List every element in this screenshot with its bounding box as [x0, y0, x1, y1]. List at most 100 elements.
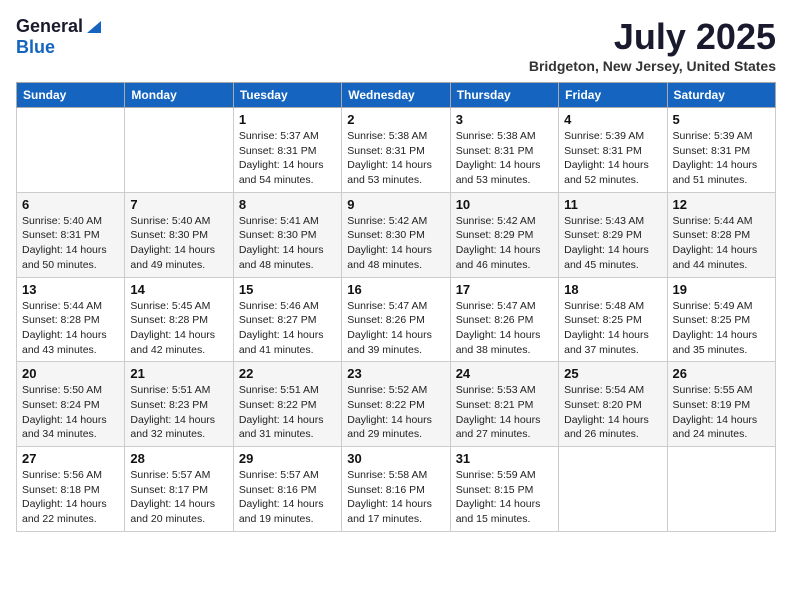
calendar-cell: 3 Sunrise: 5:38 AMSunset: 8:31 PMDaylight… [450, 108, 558, 193]
calendar-cell: 8Sunrise: 5:41 AMSunset: 8:30 PMDaylight… [233, 192, 341, 277]
weekday-header-wednesday: Wednesday [342, 83, 450, 108]
calendar-cell: 15 Sunrise: 5:46 AMSunset: 8:27 PMDayligh… [233, 277, 341, 362]
calendar-cell: 20 Sunrise: 5:50 AMSunset: 8:24 PMDayligh… [17, 362, 125, 447]
calendar-cell: 14Sunrise: 5:45 AMSunset: 8:28 PMDayligh… [125, 277, 233, 362]
cell-day-number: 12 [673, 197, 770, 212]
cell-sun-info: Sunrise: 5:47 AMSunset: 8:26 PMDaylight:… [456, 299, 553, 358]
cell-sun-info: Sunrise: 5:46 AMSunset: 8:27 PMDaylight:… [239, 299, 336, 358]
weekday-header-thursday: Thursday [450, 83, 558, 108]
cell-sun-info: Sunrise: 5:49 AMSunset: 8:25 PMDaylight:… [673, 299, 770, 358]
cell-sun-info: Sunrise: 5:50 AMSunset: 8:24 PMDaylight:… [22, 383, 119, 442]
cell-sun-info: Sunrise: 5:52 AMSunset: 8:22 PMDaylight:… [347, 383, 444, 442]
cell-day-number: 4 [564, 112, 661, 127]
calendar-cell: 26Sunrise: 5:55 AMSunset: 8:19 PMDayligh… [667, 362, 775, 447]
cell-day-number: 1 [239, 112, 336, 127]
calendar-cell: 9 Sunrise: 5:42 AMSunset: 8:30 PMDaylight… [342, 192, 450, 277]
calendar-cell: 18Sunrise: 5:48 AMSunset: 8:25 PMDayligh… [559, 277, 667, 362]
calendar-cell: 19 Sunrise: 5:49 AMSunset: 8:25 PMDayligh… [667, 277, 775, 362]
cell-day-number: 30 [347, 451, 444, 466]
cell-day-number: 20 [22, 366, 119, 381]
cell-sun-info: Sunrise: 5:39 AMSunset: 8:31 PMDaylight:… [673, 129, 770, 188]
calendar-cell: 24 Sunrise: 5:53 AMSunset: 8:21 PMDayligh… [450, 362, 558, 447]
calendar-cell: 29Sunrise: 5:57 AMSunset: 8:16 PMDayligh… [233, 447, 341, 532]
weekday-header-sunday: Sunday [17, 83, 125, 108]
cell-day-number: 18 [564, 282, 661, 297]
calendar-week-row: 13 Sunrise: 5:44 AMSunset: 8:28 PMDayligh… [17, 277, 776, 362]
cell-day-number: 15 [239, 282, 336, 297]
cell-day-number: 17 [456, 282, 553, 297]
cell-sun-info: Sunrise: 5:40 AMSunset: 8:30 PMDaylight:… [130, 214, 227, 273]
cell-day-number: 21 [130, 366, 227, 381]
calendar-cell: 30 Sunrise: 5:58 AMSunset: 8:16 PMDayligh… [342, 447, 450, 532]
calendar-week-row: 27 Sunrise: 5:56 AMSunset: 8:18 PMDayligh… [17, 447, 776, 532]
weekday-header-friday: Friday [559, 83, 667, 108]
calendar-cell: 1 Sunrise: 5:37 AMSunset: 8:31 PMDaylight… [233, 108, 341, 193]
cell-sun-info: Sunrise: 5:47 AMSunset: 8:26 PMDaylight:… [347, 299, 444, 358]
calendar-cell: 22 Sunrise: 5:51 AMSunset: 8:22 PMDayligh… [233, 362, 341, 447]
calendar-cell [125, 108, 233, 193]
title-block: July 2025 Bridgeton, New Jersey, United … [529, 16, 776, 74]
cell-day-number: 2 [347, 112, 444, 127]
calendar-cell: 2 Sunrise: 5:38 AMSunset: 8:31 PMDaylight… [342, 108, 450, 193]
calendar-cell: 11Sunrise: 5:43 AMSunset: 8:29 PMDayligh… [559, 192, 667, 277]
cell-day-number: 14 [130, 282, 227, 297]
calendar-cell: 13 Sunrise: 5:44 AMSunset: 8:28 PMDayligh… [17, 277, 125, 362]
cell-day-number: 19 [673, 282, 770, 297]
calendar-week-row: 6 Sunrise: 5:40 AMSunset: 8:31 PMDaylight… [17, 192, 776, 277]
cell-day-number: 31 [456, 451, 553, 466]
cell-sun-info: Sunrise: 5:38 AMSunset: 8:31 PMDaylight:… [347, 129, 444, 188]
cell-day-number: 22 [239, 366, 336, 381]
cell-sun-info: Sunrise: 5:38 AMSunset: 8:31 PMDaylight:… [456, 129, 553, 188]
cell-sun-info: Sunrise: 5:51 AMSunset: 8:22 PMDaylight:… [239, 383, 336, 442]
cell-sun-info: Sunrise: 5:42 AMSunset: 8:30 PMDaylight:… [347, 214, 444, 273]
cell-sun-info: Sunrise: 5:37 AMSunset: 8:31 PMDaylight:… [239, 129, 336, 188]
cell-sun-info: Sunrise: 5:39 AMSunset: 8:31 PMDaylight:… [564, 129, 661, 188]
weekday-header-tuesday: Tuesday [233, 83, 341, 108]
weekday-header-monday: Monday [125, 83, 233, 108]
cell-sun-info: Sunrise: 5:56 AMSunset: 8:18 PMDaylight:… [22, 468, 119, 527]
cell-day-number: 3 [456, 112, 553, 127]
cell-day-number: 23 [347, 366, 444, 381]
cell-sun-info: Sunrise: 5:59 AMSunset: 8:15 PMDaylight:… [456, 468, 553, 527]
logo-general-text: General [16, 16, 83, 37]
page-header: General Blue July 2025 Bridgeton, New Je… [16, 16, 776, 74]
cell-sun-info: Sunrise: 5:53 AMSunset: 8:21 PMDaylight:… [456, 383, 553, 442]
calendar-table: SundayMondayTuesdayWednesdayThursdayFrid… [16, 82, 776, 532]
calendar-cell: 27 Sunrise: 5:56 AMSunset: 8:18 PMDayligh… [17, 447, 125, 532]
cell-day-number: 6 [22, 197, 119, 212]
cell-sun-info: Sunrise: 5:44 AMSunset: 8:28 PMDaylight:… [22, 299, 119, 358]
calendar-title: July 2025 [529, 16, 776, 58]
cell-day-number: 24 [456, 366, 553, 381]
logo-blue-text: Blue [16, 37, 55, 57]
cell-day-number: 9 [347, 197, 444, 212]
calendar-cell: 5 Sunrise: 5:39 AMSunset: 8:31 PMDaylight… [667, 108, 775, 193]
calendar-cell: 7Sunrise: 5:40 AMSunset: 8:30 PMDaylight… [125, 192, 233, 277]
cell-day-number: 27 [22, 451, 119, 466]
cell-sun-info: Sunrise: 5:57 AMSunset: 8:17 PMDaylight:… [130, 468, 227, 527]
calendar-cell: 25Sunrise: 5:54 AMSunset: 8:20 PMDayligh… [559, 362, 667, 447]
cell-day-number: 16 [347, 282, 444, 297]
cell-day-number: 5 [673, 112, 770, 127]
calendar-location: Bridgeton, New Jersey, United States [529, 58, 776, 74]
calendar-cell [559, 447, 667, 532]
calendar-cell: 16 Sunrise: 5:47 AMSunset: 8:26 PMDayligh… [342, 277, 450, 362]
calendar-cell: 10Sunrise: 5:42 AMSunset: 8:29 PMDayligh… [450, 192, 558, 277]
calendar-cell: 6 Sunrise: 5:40 AMSunset: 8:31 PMDaylight… [17, 192, 125, 277]
cell-day-number: 25 [564, 366, 661, 381]
cell-sun-info: Sunrise: 5:58 AMSunset: 8:16 PMDaylight:… [347, 468, 444, 527]
calendar-cell: 23 Sunrise: 5:52 AMSunset: 8:22 PMDayligh… [342, 362, 450, 447]
cell-sun-info: Sunrise: 5:57 AMSunset: 8:16 PMDaylight:… [239, 468, 336, 527]
calendar-cell: 28Sunrise: 5:57 AMSunset: 8:17 PMDayligh… [125, 447, 233, 532]
logo-triangle-icon [85, 17, 103, 35]
calendar-cell [17, 108, 125, 193]
weekday-header-row: SundayMondayTuesdayWednesdayThursdayFrid… [17, 83, 776, 108]
cell-sun-info: Sunrise: 5:40 AMSunset: 8:31 PMDaylight:… [22, 214, 119, 273]
cell-day-number: 8 [239, 197, 336, 212]
calendar-cell [667, 447, 775, 532]
weekday-header-saturday: Saturday [667, 83, 775, 108]
calendar-cell: 21Sunrise: 5:51 AMSunset: 8:23 PMDayligh… [125, 362, 233, 447]
calendar-week-row: 1 Sunrise: 5:37 AMSunset: 8:31 PMDaylight… [17, 108, 776, 193]
cell-day-number: 26 [673, 366, 770, 381]
cell-day-number: 13 [22, 282, 119, 297]
calendar-cell: 31 Sunrise: 5:59 AMSunset: 8:15 PMDayligh… [450, 447, 558, 532]
